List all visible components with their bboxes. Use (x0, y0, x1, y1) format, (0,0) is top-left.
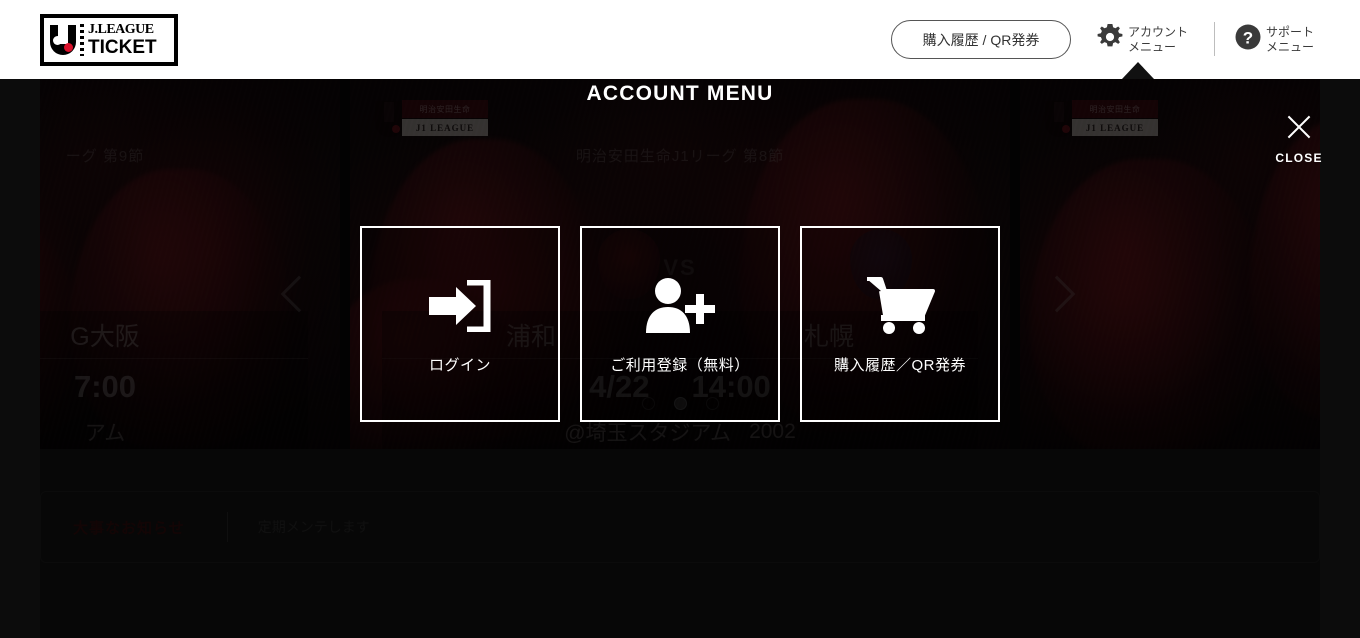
support-menu-label-line2: メニュー (1266, 39, 1315, 54)
card-login[interactable]: ログイン (360, 226, 560, 422)
j-mark-icon (49, 23, 79, 57)
purchase-history-button[interactable]: 購入履歴 / QR発券 (891, 20, 1071, 59)
logo-dot-separator (80, 24, 84, 56)
user-plus-icon (645, 276, 715, 336)
account-menu-label-line1: アカウント (1128, 24, 1189, 39)
jleague-ticket-logo[interactable]: J.LEAGUE TICKET (40, 14, 178, 66)
gear-icon (1097, 23, 1123, 55)
support-menu-label-line1: サポート (1266, 24, 1315, 39)
account-menu-label-line2: メニュー (1128, 39, 1177, 54)
close-icon (1284, 112, 1314, 142)
overlay-title: ACCOUNT MENU (586, 82, 774, 105)
question-circle-icon: ? (1235, 24, 1261, 55)
login-arrow-icon (429, 276, 491, 336)
account-menu-button[interactable]: アカウント メニュー (1097, 23, 1189, 55)
card-register-label: ご利用登録（無料） (610, 357, 750, 374)
shopping-cart-icon (865, 276, 935, 336)
logo-line-ticket: TICKET (88, 37, 157, 58)
card-login-label: ログイン (428, 357, 491, 374)
account-menu-pointer (1122, 62, 1154, 79)
close-label: CLOSE (1275, 151, 1323, 165)
svg-text:?: ? (1243, 29, 1253, 48)
account-menu-cards: ログイン ご利用登録（無料） 購入履歴／QR発券 (0, 226, 1360, 422)
support-menu-button[interactable]: ? サポート メニュー (1235, 24, 1314, 55)
header-divider (1214, 22, 1215, 56)
card-purchase-history-label: 購入履歴／QR発券 (833, 357, 966, 374)
card-register[interactable]: ご利用登録（無料） (580, 226, 780, 422)
close-overlay-button[interactable]: CLOSE (1271, 112, 1327, 168)
card-purchase-history[interactable]: 購入履歴／QR発券 (800, 226, 1000, 422)
site-header: J.LEAGUE TICKET 購入履歴 / QR発券 アカウント メニュー ?… (0, 0, 1360, 79)
logo-line-league: J.LEAGUE (88, 22, 154, 37)
